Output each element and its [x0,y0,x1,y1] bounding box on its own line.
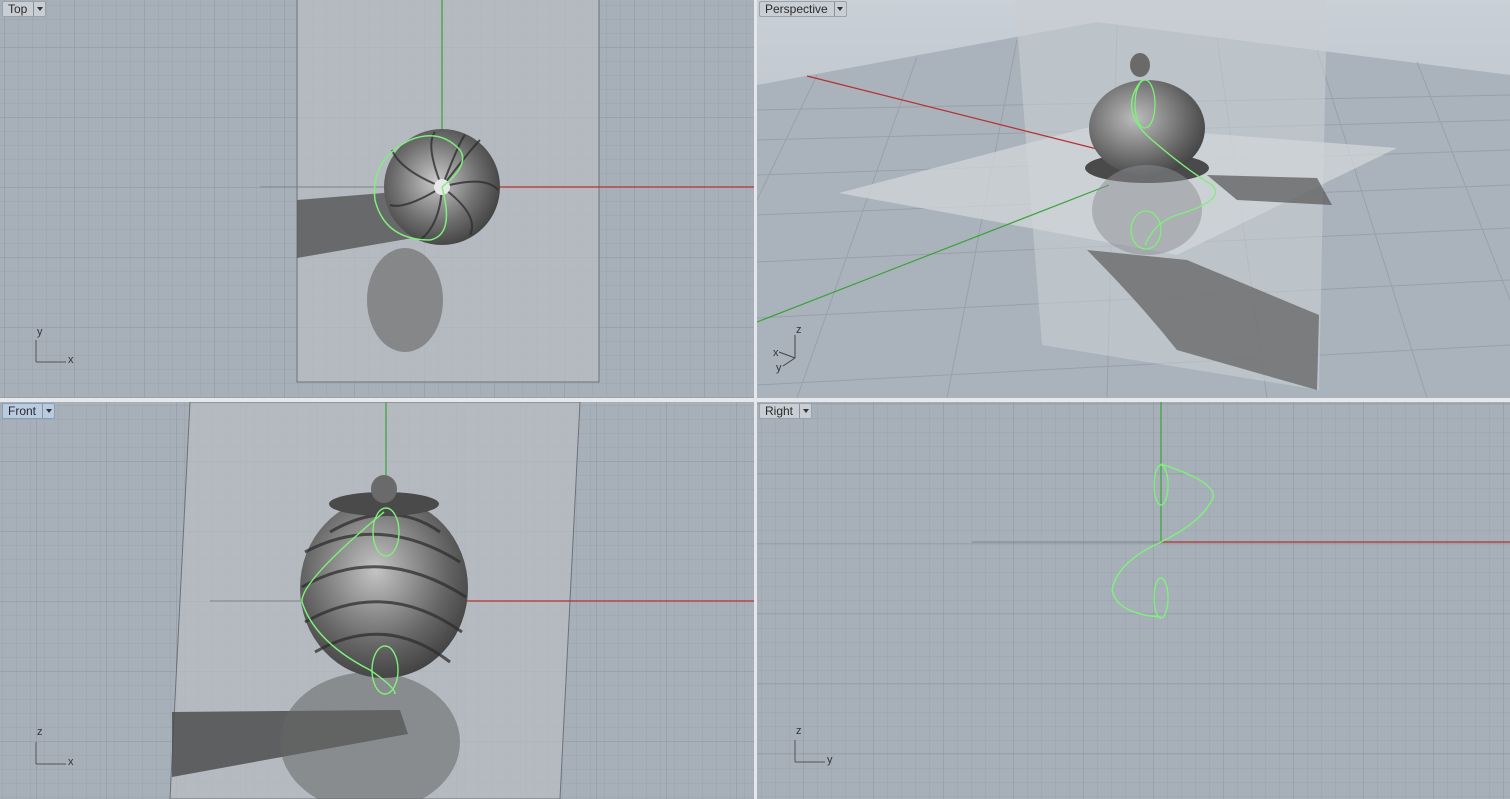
front-scene [0,402,754,799]
viewport-tab-front[interactable]: Front [2,403,56,419]
axis-label-v: y [37,326,43,338]
chevron-down-icon[interactable] [33,2,45,16]
chevron-down-icon[interactable] [42,404,54,418]
viewport-front[interactable]: z x Front [0,402,754,799]
top-scene [0,0,754,398]
axis-label-h: x [68,354,74,366]
viewport-title: Perspective [765,2,828,16]
axis-label-v: z [796,725,802,737]
viewport-tab-right[interactable]: Right [759,403,813,419]
viewport-tab-perspective[interactable]: Perspective [759,1,847,17]
axis-label-h: x [68,756,74,768]
perspective-scene [757,0,1510,398]
viewport-title: Top [8,2,28,16]
shadow-ball [367,248,443,352]
viewport-top[interactable]: y x Top [0,0,754,398]
horizontal-splitter[interactable] [0,398,1510,402]
axis-label-y: y [776,362,782,374]
rhino-viewports: y x Top z x y Perspective z x Front z y … [0,0,1510,799]
viewport-tab-top[interactable]: Top [2,1,47,17]
ornament-ball [300,498,468,678]
viewport-title: Right [765,404,794,418]
chevron-down-icon[interactable] [833,2,846,16]
right-scene [757,402,1510,799]
axis-label-v: z [37,726,43,738]
axis-label-x: x [773,347,779,359]
axis-label-z: z [796,324,802,336]
viewport-right[interactable]: z y Right [757,402,1510,799]
chevron-down-icon[interactable] [799,404,811,418]
axis-label-h: y [827,754,833,766]
viewport-perspective[interactable]: z x y Perspective [757,0,1510,398]
viewport-title: Front [8,404,37,418]
